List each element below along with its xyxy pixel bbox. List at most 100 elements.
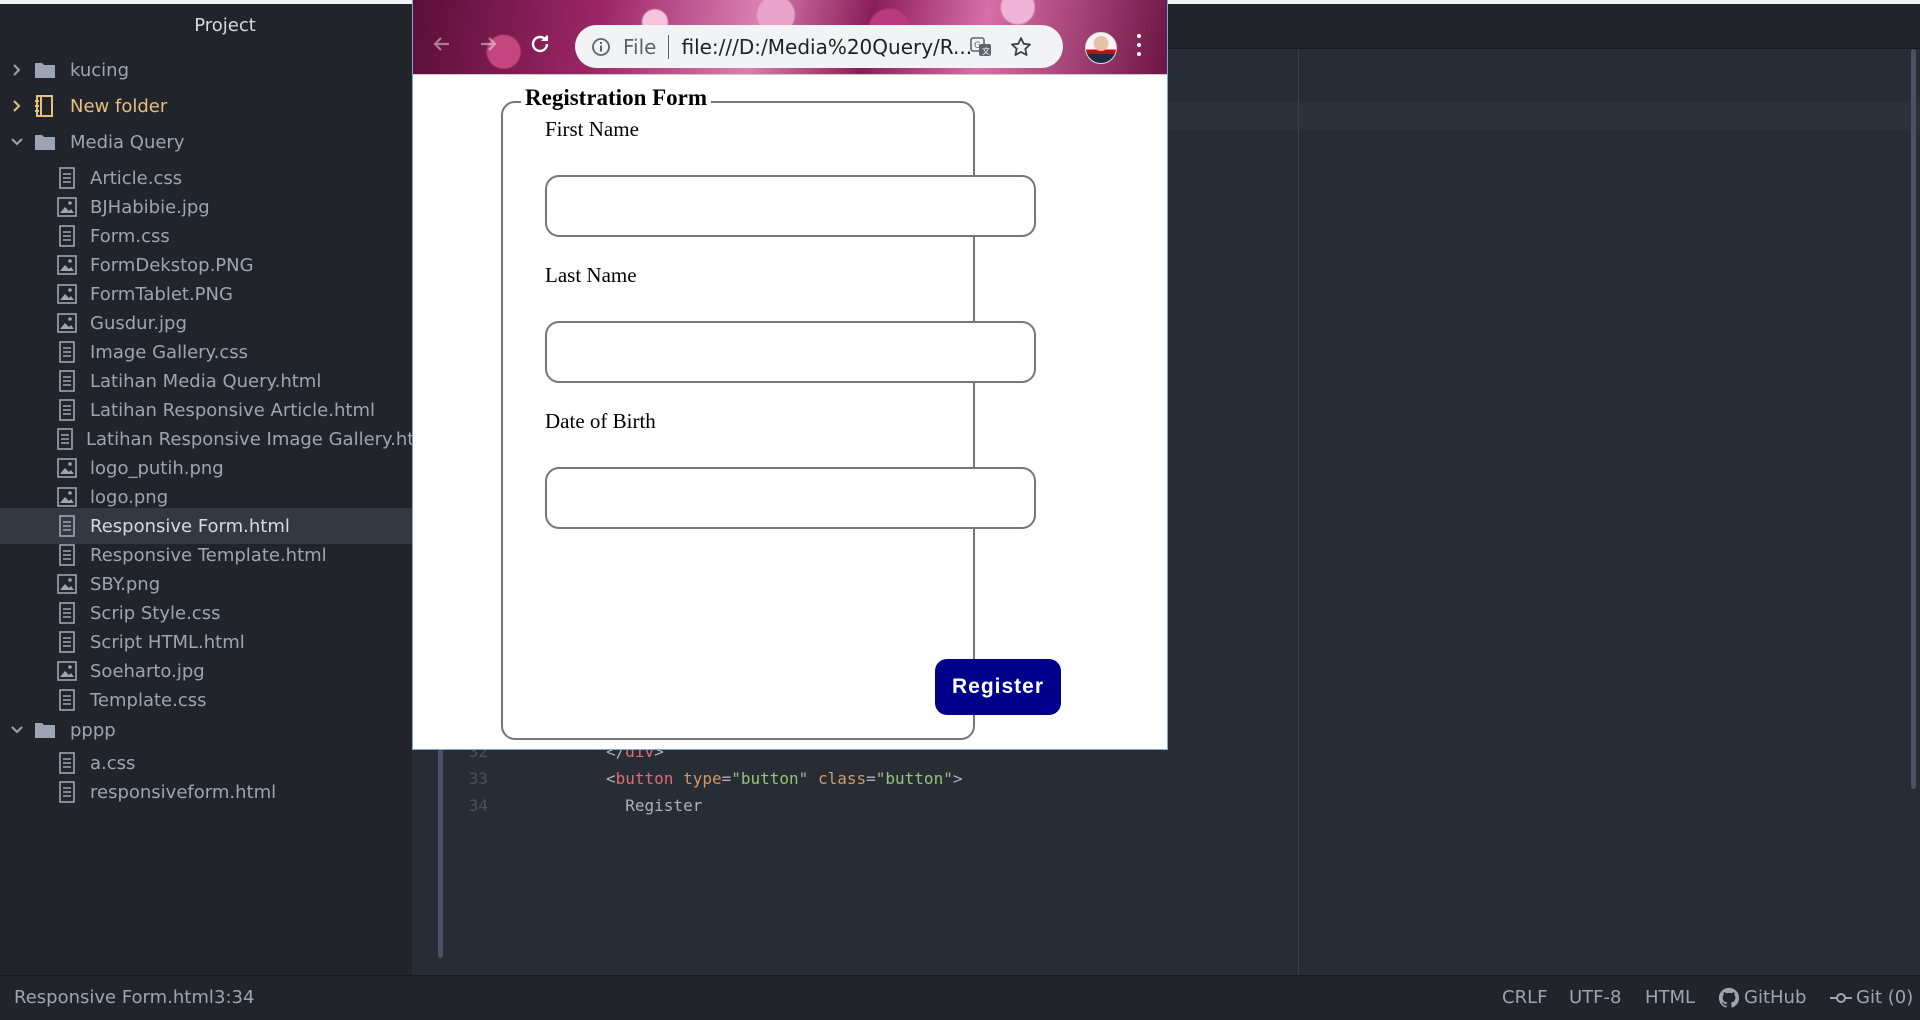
reload-button[interactable] [523,27,557,61]
tree-item-label: Latihan Media Query.html [90,370,322,392]
tree-item-label: Article.css [90,167,183,189]
code-token: type [683,768,722,788]
last-name-input[interactable] [545,321,1036,383]
code-token: class [817,768,867,788]
file-text-icon [56,428,74,450]
tree-item-label: SBY.png [90,573,161,595]
code-token: = [721,768,732,788]
page-viewport: Registration Form First Name Last Name D… [413,75,1167,749]
tree-view-scrollbar[interactable] [438,746,443,958]
code-token: > [952,768,963,788]
tree-item-label: pppp [70,719,116,741]
menu-dot [1137,52,1141,56]
tree-item-label: logo_putih.png [90,457,224,479]
folder-icon [34,720,58,740]
image-file-icon [56,254,78,276]
tree-folder[interactable]: kucing [0,52,412,88]
status-bar: Responsive Form.html 3:34 CRLF UTF-8 HTM… [0,975,1920,1020]
tree-file[interactable]: responsiveform.html [0,774,412,810]
status-file-name[interactable]: Responsive Form.html [14,976,214,1020]
tree-view: Project kucing New folder Media Query Artic… [0,4,412,975]
tree-item-label: responsiveform.html [90,781,277,803]
tree-item-label: BJHabibie.jpg [90,196,210,218]
image-file-icon [56,660,78,682]
site-info-chip[interactable]: File [591,35,656,59]
browser-menu-button[interactable] [1135,34,1143,56]
code-token: "button" [731,768,809,788]
browser-window: File file:///D:/Media%20Query/R... G文 Re… [412,0,1168,750]
tree-item-label: Responsive Form.html [90,515,290,537]
tree-folder[interactable]: New folder [0,88,412,124]
form-legend: Registration Form [521,85,712,111]
tree-item-label: New folder [70,95,168,117]
code-token: = [866,768,876,788]
github-icon [1718,987,1740,1008]
tree-folder[interactable]: Media Query [0,124,412,160]
translate-button[interactable]: G文 [967,33,995,61]
address-bar[interactable]: File file:///D:/Media%20Query/R... G文 [575,25,1063,68]
date-of-birth-input[interactable] [545,467,1036,529]
line-number: 34 [468,796,488,816]
last-name-label: Last Name [545,263,637,287]
omnibox-separator [668,34,670,59]
file-text-icon [56,752,78,774]
tree-item-label: Latihan Responsive Image Gallery.html [86,428,412,450]
security-label: File [623,34,657,59]
image-file-icon [56,573,78,595]
git-commit-icon [1830,993,1852,1003]
tree-item-label: a.css [90,752,136,774]
tree-item-label: Image Gallery.css [90,341,249,363]
tree-item-label: Latihan Responsive Article.html [90,399,375,421]
chevron-down-icon[interactable] [8,135,26,149]
info-icon [592,37,610,56]
line-number: 33 [468,768,488,788]
editor-scrollbar[interactable] [1911,49,1916,789]
status-grammar[interactable]: HTML [1645,976,1695,1020]
translate-icon: G文 [970,36,991,56]
browser-toolbar: File file:///D:/Media%20Query/R... G文 [413,0,1167,75]
tree-folder[interactable]: pppp [0,712,412,748]
tree-item-label: FormTablet.PNG [90,283,233,305]
status-github[interactable]: GitHub [1718,976,1806,1020]
status-encoding[interactable]: UTF-8 [1569,976,1621,1020]
file-text-icon [56,370,78,392]
folder-icon [34,60,58,80]
tree-item-label: Gusdur.jpg [90,312,187,334]
chevron-right-icon[interactable] [8,63,26,77]
image-file-icon [56,312,78,334]
register-button[interactable]: Register [935,659,1061,715]
forward-button[interactable] [471,27,505,61]
back-button[interactable] [425,27,459,61]
first-name-input[interactable] [545,175,1036,237]
tree-item-label: Responsive Template.html [90,544,327,566]
folder-icon [34,132,58,152]
tree-item-label: Soeharto.jpg [90,660,205,682]
code-line: 34 Register [450,792,1450,819]
status-cursor-position[interactable]: 3:34 [214,976,254,1020]
first-name-label: First Name [545,117,639,141]
chevron-down-icon[interactable] [8,723,26,737]
github-label: GitHub [1744,987,1807,1008]
status-line-ending[interactable]: CRLF [1502,976,1547,1020]
file-text-icon [56,781,78,803]
file-text-icon [56,689,78,711]
tree-item-label: logo.png [90,486,169,508]
date-of-birth-label: Date of Birth [545,409,656,433]
code-text: <button type="button" class="button"> [606,765,962,792]
image-file-icon [56,283,78,305]
profile-avatar[interactable] [1085,32,1117,64]
code-line: 33 <button type="button" class="button"> [450,765,1450,792]
bookmark-star-button[interactable] [1007,33,1035,61]
image-file-icon [56,486,78,508]
file-text-icon [56,167,78,189]
status-git[interactable]: Git (0) [1830,976,1913,1020]
file-text-icon [56,515,78,537]
url-text[interactable]: file:///D:/Media%20Query/R... [681,35,971,59]
chevron-right-icon[interactable] [8,99,26,113]
tree-item-label: FormDekstop.PNG [90,254,254,276]
menu-dot [1137,34,1141,38]
code-token: Register [625,796,703,816]
